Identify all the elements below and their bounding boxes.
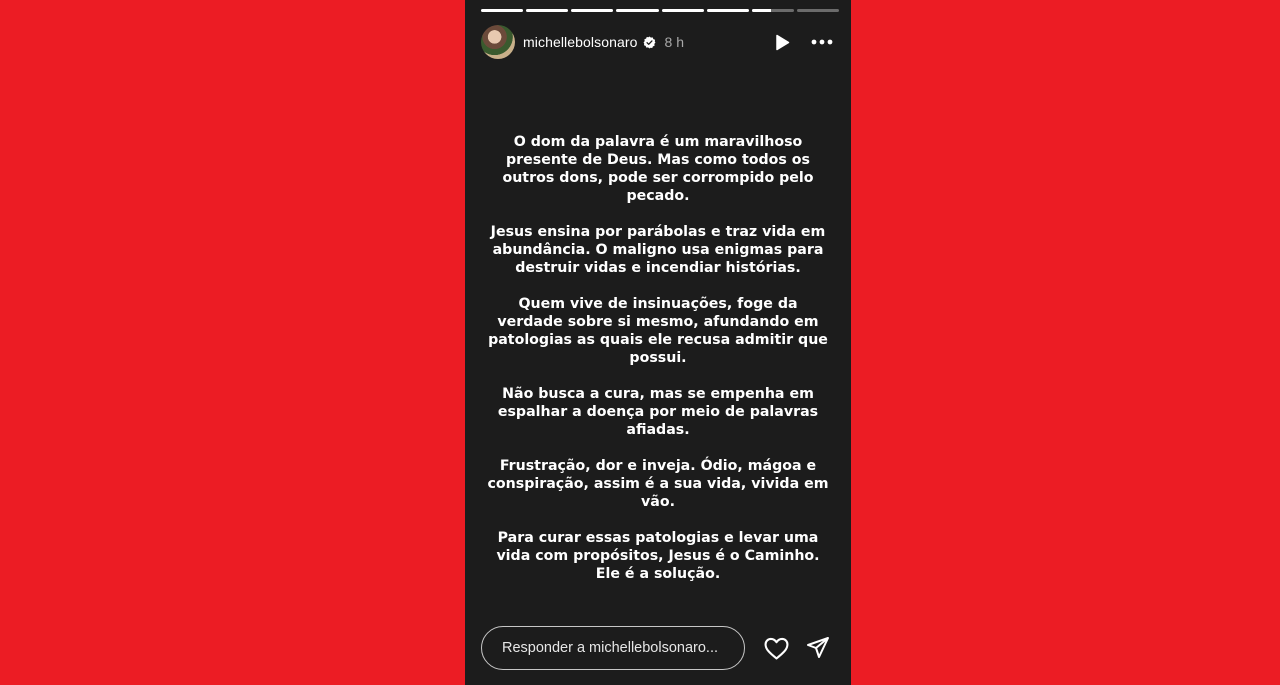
progress-fill (481, 9, 524, 12)
progress-segment (661, 9, 704, 12)
story-paragraph: Quem vive de insinuações, foge da verdad… (488, 296, 828, 366)
play-icon[interactable] (773, 33, 791, 51)
progress-segment (616, 9, 659, 12)
progress-segment (796, 9, 839, 12)
reply-input[interactable] (481, 626, 745, 670)
progress-segment (481, 9, 524, 12)
progress-fill (751, 9, 771, 12)
story-header: michellebolsonaro 8 h (481, 24, 833, 60)
username[interactable]: michellebolsonaro (523, 34, 638, 50)
story-paragraph: O dom da palavra é um maravilhoso presen… (502, 134, 814, 204)
story-paragraph: Jesus ensina por parábolas e traz vida e… (490, 224, 826, 276)
progress-segment (571, 9, 614, 12)
progress-segment (526, 9, 569, 12)
send-icon[interactable] (805, 635, 831, 661)
progress-fill (526, 9, 569, 12)
story-paragraph: Para curar essas patologias e levar uma … (496, 530, 820, 582)
more-options-icon[interactable] (811, 33, 833, 51)
post-time: 8 h (664, 34, 685, 50)
story-paragraph: Frustração, dor e inveja. Ódio, mágoa e … (487, 458, 829, 510)
progress-segment (706, 9, 749, 12)
story-footer (481, 625, 833, 671)
progress-fill (616, 9, 659, 12)
avatar[interactable] (481, 25, 515, 59)
story-progress-bar (481, 9, 839, 12)
progress-segment (751, 9, 794, 12)
story-viewer: michellebolsonaro 8 h O dom da palavra é… (465, 0, 851, 685)
progress-fill (706, 9, 749, 12)
progress-fill (571, 9, 614, 12)
story-text: O dom da palavra é um maravilhoso presen… (485, 133, 831, 601)
heart-icon[interactable] (763, 635, 789, 661)
story-paragraph: Não busca a cura, mas se empenha em espa… (497, 386, 819, 438)
progress-fill (661, 9, 704, 12)
verified-badge-icon (643, 36, 656, 49)
